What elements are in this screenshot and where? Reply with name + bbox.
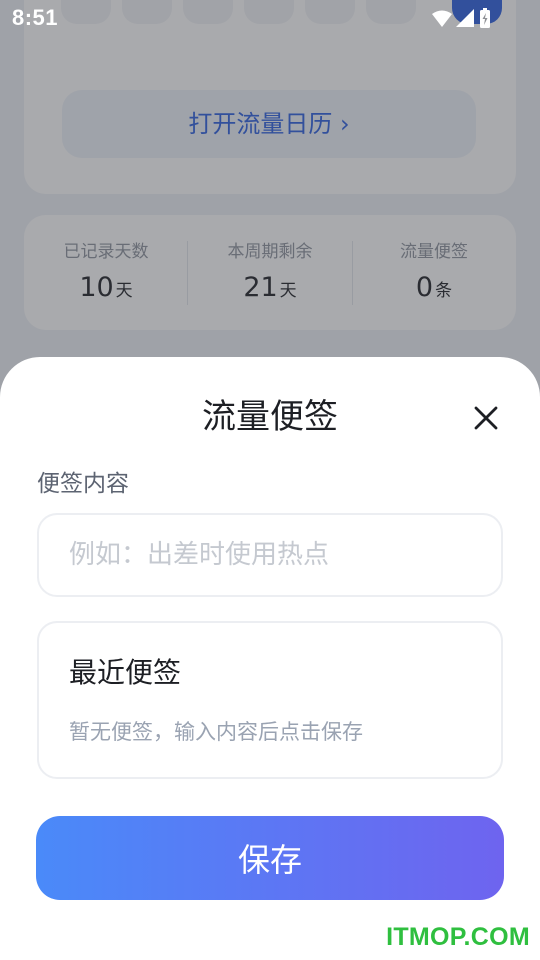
status-bar: 8:51 (0, 0, 540, 36)
site-watermark: ITMOP.COM (386, 923, 530, 951)
recent-notes-empty-text: 暂无便签，输入内容后点击保存 (69, 720, 363, 744)
sheet-title: 流量便签 (202, 397, 338, 437)
note-bottom-sheet: 流量便签 便签内容 最近便签 暂无便签，输入内容后点击保存 保存 ITMOP.C… (0, 357, 540, 960)
battery-icon (480, 8, 490, 28)
wifi-icon (432, 10, 452, 27)
recent-notes-card: 最近便签 暂无便签，输入内容后点击保存 (37, 621, 503, 779)
status-icons (432, 8, 490, 28)
save-button[interactable]: 保存 (36, 816, 504, 900)
cell-signal-icon (456, 9, 474, 27)
close-icon[interactable] (468, 400, 504, 436)
note-input-box (37, 513, 503, 597)
status-time: 8:51 (12, 5, 59, 30)
note-content-input[interactable] (39, 515, 501, 595)
note-content-label: 便签内容 (37, 471, 129, 497)
recent-notes-title: 最近便签 (69, 656, 182, 689)
